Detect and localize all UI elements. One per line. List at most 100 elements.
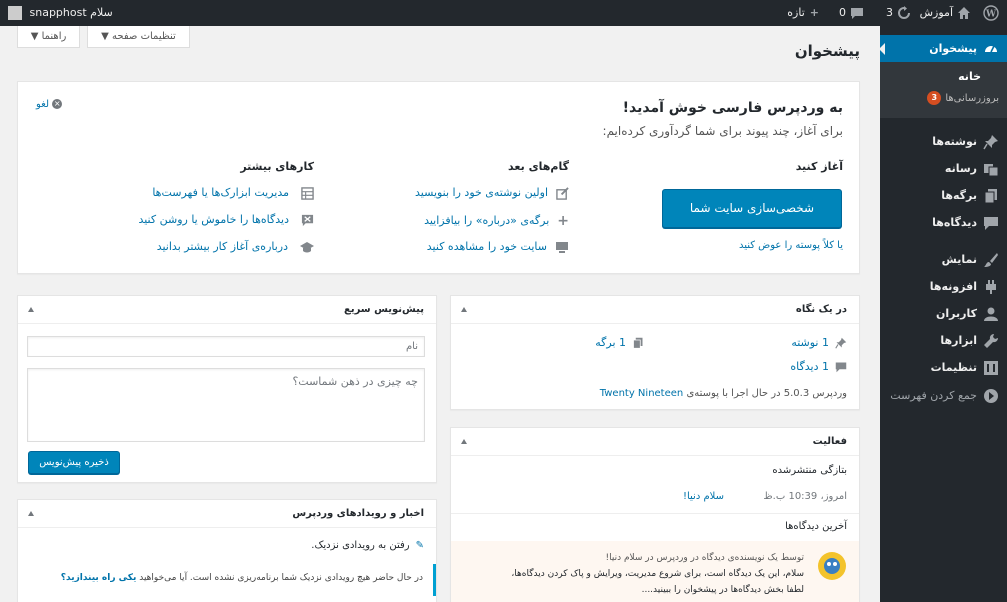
- draft-title-input[interactable]: نام: [27, 336, 425, 357]
- submenu-item-updates[interactable]: بروزرسانی‌ها3: [880, 88, 1007, 110]
- version-text: وردپرس 5.0.3 در حال اجرا با پوسته‌ی: [686, 388, 847, 399]
- dismiss-label: لغو: [36, 99, 50, 110]
- comment-bubble-icon: [851, 8, 863, 19]
- page-icon: [984, 189, 997, 204]
- more-actions-heading: کارهای بیشتر: [240, 160, 314, 173]
- postbox-header: پیش‌نویس سریع: [18, 296, 436, 324]
- my-account-link[interactable]: سلام snapphost: [8, 0, 113, 26]
- comment-item: توسط یک نویسنده‌ی دیدگاه در وردپرس در سل…: [451, 541, 859, 602]
- comments-count-link[interactable]: 1 دیدگاه: [790, 360, 847, 373]
- sidebar-item-plugins[interactable]: افزونه‌ها: [880, 273, 1007, 300]
- page-icon: [633, 337, 643, 349]
- collapse-toggle-icon[interactable]: [461, 439, 467, 444]
- postbox-title: فعالیت: [812, 436, 847, 447]
- link-label: سایت خود را مشاهده کنید: [426, 240, 547, 253]
- write-first-post-link[interactable]: اولین نوشته‌ی خود را بنویسید: [415, 186, 569, 200]
- comment-meta-text: توسط یک نویسنده‌ی دیدگاه در وردپرس در سل…: [605, 553, 804, 563]
- toggle-comments-link[interactable]: دیدگاه‌ها را خاموش یا روشن کنید: [138, 213, 314, 227]
- pencil-icon[interactable]: ✎: [416, 540, 424, 551]
- sidebar-item-tools[interactable]: ابزارها: [880, 327, 1007, 354]
- comment-bubble-icon: [835, 362, 847, 373]
- widgets-grid-icon: [301, 186, 314, 200]
- link-label: برگه‌ی «درباره» را بیافزایید: [424, 214, 550, 227]
- sidebar-item-label: نوشته‌ها: [932, 135, 977, 148]
- sidebar-item-label: جمع کردن فهرست: [890, 389, 977, 402]
- submenu-item-home[interactable]: خانه: [880, 66, 1007, 88]
- updates-link[interactable]: 3: [886, 0, 911, 26]
- save-draft-button[interactable]: ذخیره پیش‌نویس: [28, 451, 120, 474]
- home-icon: [958, 7, 970, 19]
- welcome-panel: به وردپرس فارسی خوش آمدید! برای آغاز، چن…: [17, 81, 860, 274]
- sidebar-item-label: کاربران: [936, 307, 977, 320]
- svg-text:W: W: [985, 10, 997, 20]
- sidebar-item-label: برگه‌ها: [941, 189, 977, 202]
- postbox-header: در یک نگاه: [451, 296, 859, 324]
- media-icon: [984, 164, 999, 177]
- learn-more-link[interactable]: درباره‌ی آغاز کار بیشتر بدانید: [157, 240, 314, 254]
- collapse-toggle-icon[interactable]: [28, 511, 34, 516]
- collapse-menu-button[interactable]: جمع کردن فهرست: [880, 382, 1007, 409]
- screen-options-label: تنظیمات صفحه: [112, 31, 176, 42]
- sidebar-item-media[interactable]: رسانه: [880, 155, 1007, 182]
- next-steps-heading: گام‌های بعد: [508, 160, 569, 173]
- wordpress-events-box: اخبار و رویدادهای وردپرس ✎ رفتن به رویداد…: [17, 499, 437, 602]
- sidebar-item-pages[interactable]: برگه‌ها: [880, 182, 1007, 209]
- wordpress-logo-icon[interactable]: W: [979, 0, 999, 26]
- pages-count-link[interactable]: 1 برگه: [595, 336, 644, 349]
- wp-version-text: وردپرس 5.0.3 در حال اجرا با پوسته‌ی Twen…: [600, 388, 847, 399]
- graduation-cap-icon: [300, 241, 314, 252]
- submenu-label: خانه: [958, 70, 981, 83]
- view-site-link[interactable]: سایت خود را مشاهده کنید: [427, 240, 569, 254]
- posts-count-link[interactable]: 1 نوشته: [791, 336, 847, 349]
- recent-post-link[interactable]: سلام دنیا!: [683, 491, 724, 502]
- comments-link[interactable]: 0: [839, 0, 864, 26]
- account-label: سلام snapphost: [29, 6, 113, 19]
- sidebar-item-label: افزونه‌ها: [929, 280, 977, 293]
- user-icon: [984, 307, 998, 321]
- welcome-subtitle: برای آغاز، چند پیوند برای شما گردآوری کر…: [602, 124, 843, 138]
- sidebar-item-label: تنظیمات: [930, 361, 977, 374]
- collapse-arrow-icon: [984, 389, 998, 403]
- sidebar-item-label: نمایش: [941, 253, 977, 266]
- get-started-heading: آغاز کنید: [795, 160, 843, 173]
- sidebar-item-appearance[interactable]: نمایش: [880, 246, 1007, 273]
- comment-excerpt-line1: سلام، این یک دیدگاه است، برای شروع مدیری…: [511, 569, 804, 579]
- manage-widgets-link[interactable]: مدیریت ابزارک‌ها یا فهرست‌ها: [152, 186, 314, 200]
- recent-comments-heading: آخرین دیدگاه‌ها: [785, 521, 847, 532]
- link-label: اولین نوشته‌ی خود را بنویسید: [415, 186, 548, 199]
- help-button[interactable]: راهنما ▼: [17, 26, 80, 48]
- new-content-link[interactable]: + تازه: [787, 0, 819, 26]
- dismiss-link[interactable]: × لغو: [36, 99, 63, 110]
- sidebar-item-users[interactable]: کاربران: [880, 300, 1007, 327]
- activity-box: فعالیت بتازگی منتشرشده امروز، 10:39 ب.ظ …: [450, 427, 860, 602]
- plus-icon: +: [557, 213, 569, 229]
- collapse-toggle-icon[interactable]: [28, 307, 34, 312]
- submenu-label: بروزرسانی‌ها: [945, 93, 999, 104]
- site-name-link[interactable]: آموزش: [920, 0, 971, 26]
- pushpin-icon: [983, 135, 998, 150]
- organize-event-link[interactable]: یکی راه بیندازید؟: [61, 573, 137, 583]
- change-theme-link[interactable]: یا کلاً پوسته را عوض کنید: [739, 240, 843, 251]
- postbox-header: فعالیت: [451, 428, 859, 456]
- collapse-toggle-icon[interactable]: [461, 307, 467, 312]
- screen-options-button[interactable]: تنظیمات صفحه ▼: [87, 26, 190, 48]
- sidebar-item-posts[interactable]: نوشته‌ها: [880, 128, 1007, 155]
- refresh-icon: [898, 6, 910, 19]
- paintbrush-icon: [984, 253, 998, 267]
- add-about-page-link[interactable]: + برگه‌ی «درباره» را بیافزایید: [424, 213, 569, 229]
- attend-text: رفتن به رویدادی نزدیک.: [311, 540, 410, 551]
- sidebar-item-label: ابزارها: [940, 334, 977, 347]
- comment-excerpt-line2: لطفا بخش دیدگاه‌ها در پیشخوان را ببینید.…: [641, 585, 804, 595]
- commenter-avatar: [818, 552, 846, 580]
- theme-link[interactable]: Twenty Nineteen: [600, 388, 683, 399]
- quick-draft-box: پیش‌نویس سریع نام چه چیزی در ذهن شماست؟ …: [17, 295, 437, 483]
- draft-content-textarea[interactable]: چه چیزی در ذهن شماست؟: [27, 368, 425, 442]
- site-name-label: آموزش: [919, 6, 953, 19]
- sidebar-item-comments[interactable]: دیدگاه‌ها: [880, 209, 1007, 236]
- glance-label: 1 دیدگاه: [790, 360, 829, 373]
- comment-meta: توسط یک نویسنده‌ی دیدگاه در وردپرس در سل…: [606, 553, 804, 563]
- dashboard-submenu: خانه بروزرسانی‌ها3: [880, 62, 1007, 118]
- customize-site-button[interactable]: شخصی‌سازی سایت شما: [662, 189, 842, 228]
- sidebar-item-settings[interactable]: تنظیمات: [880, 354, 1007, 381]
- sidebar-item-dashboard[interactable]: پیشخوان: [879, 35, 1007, 62]
